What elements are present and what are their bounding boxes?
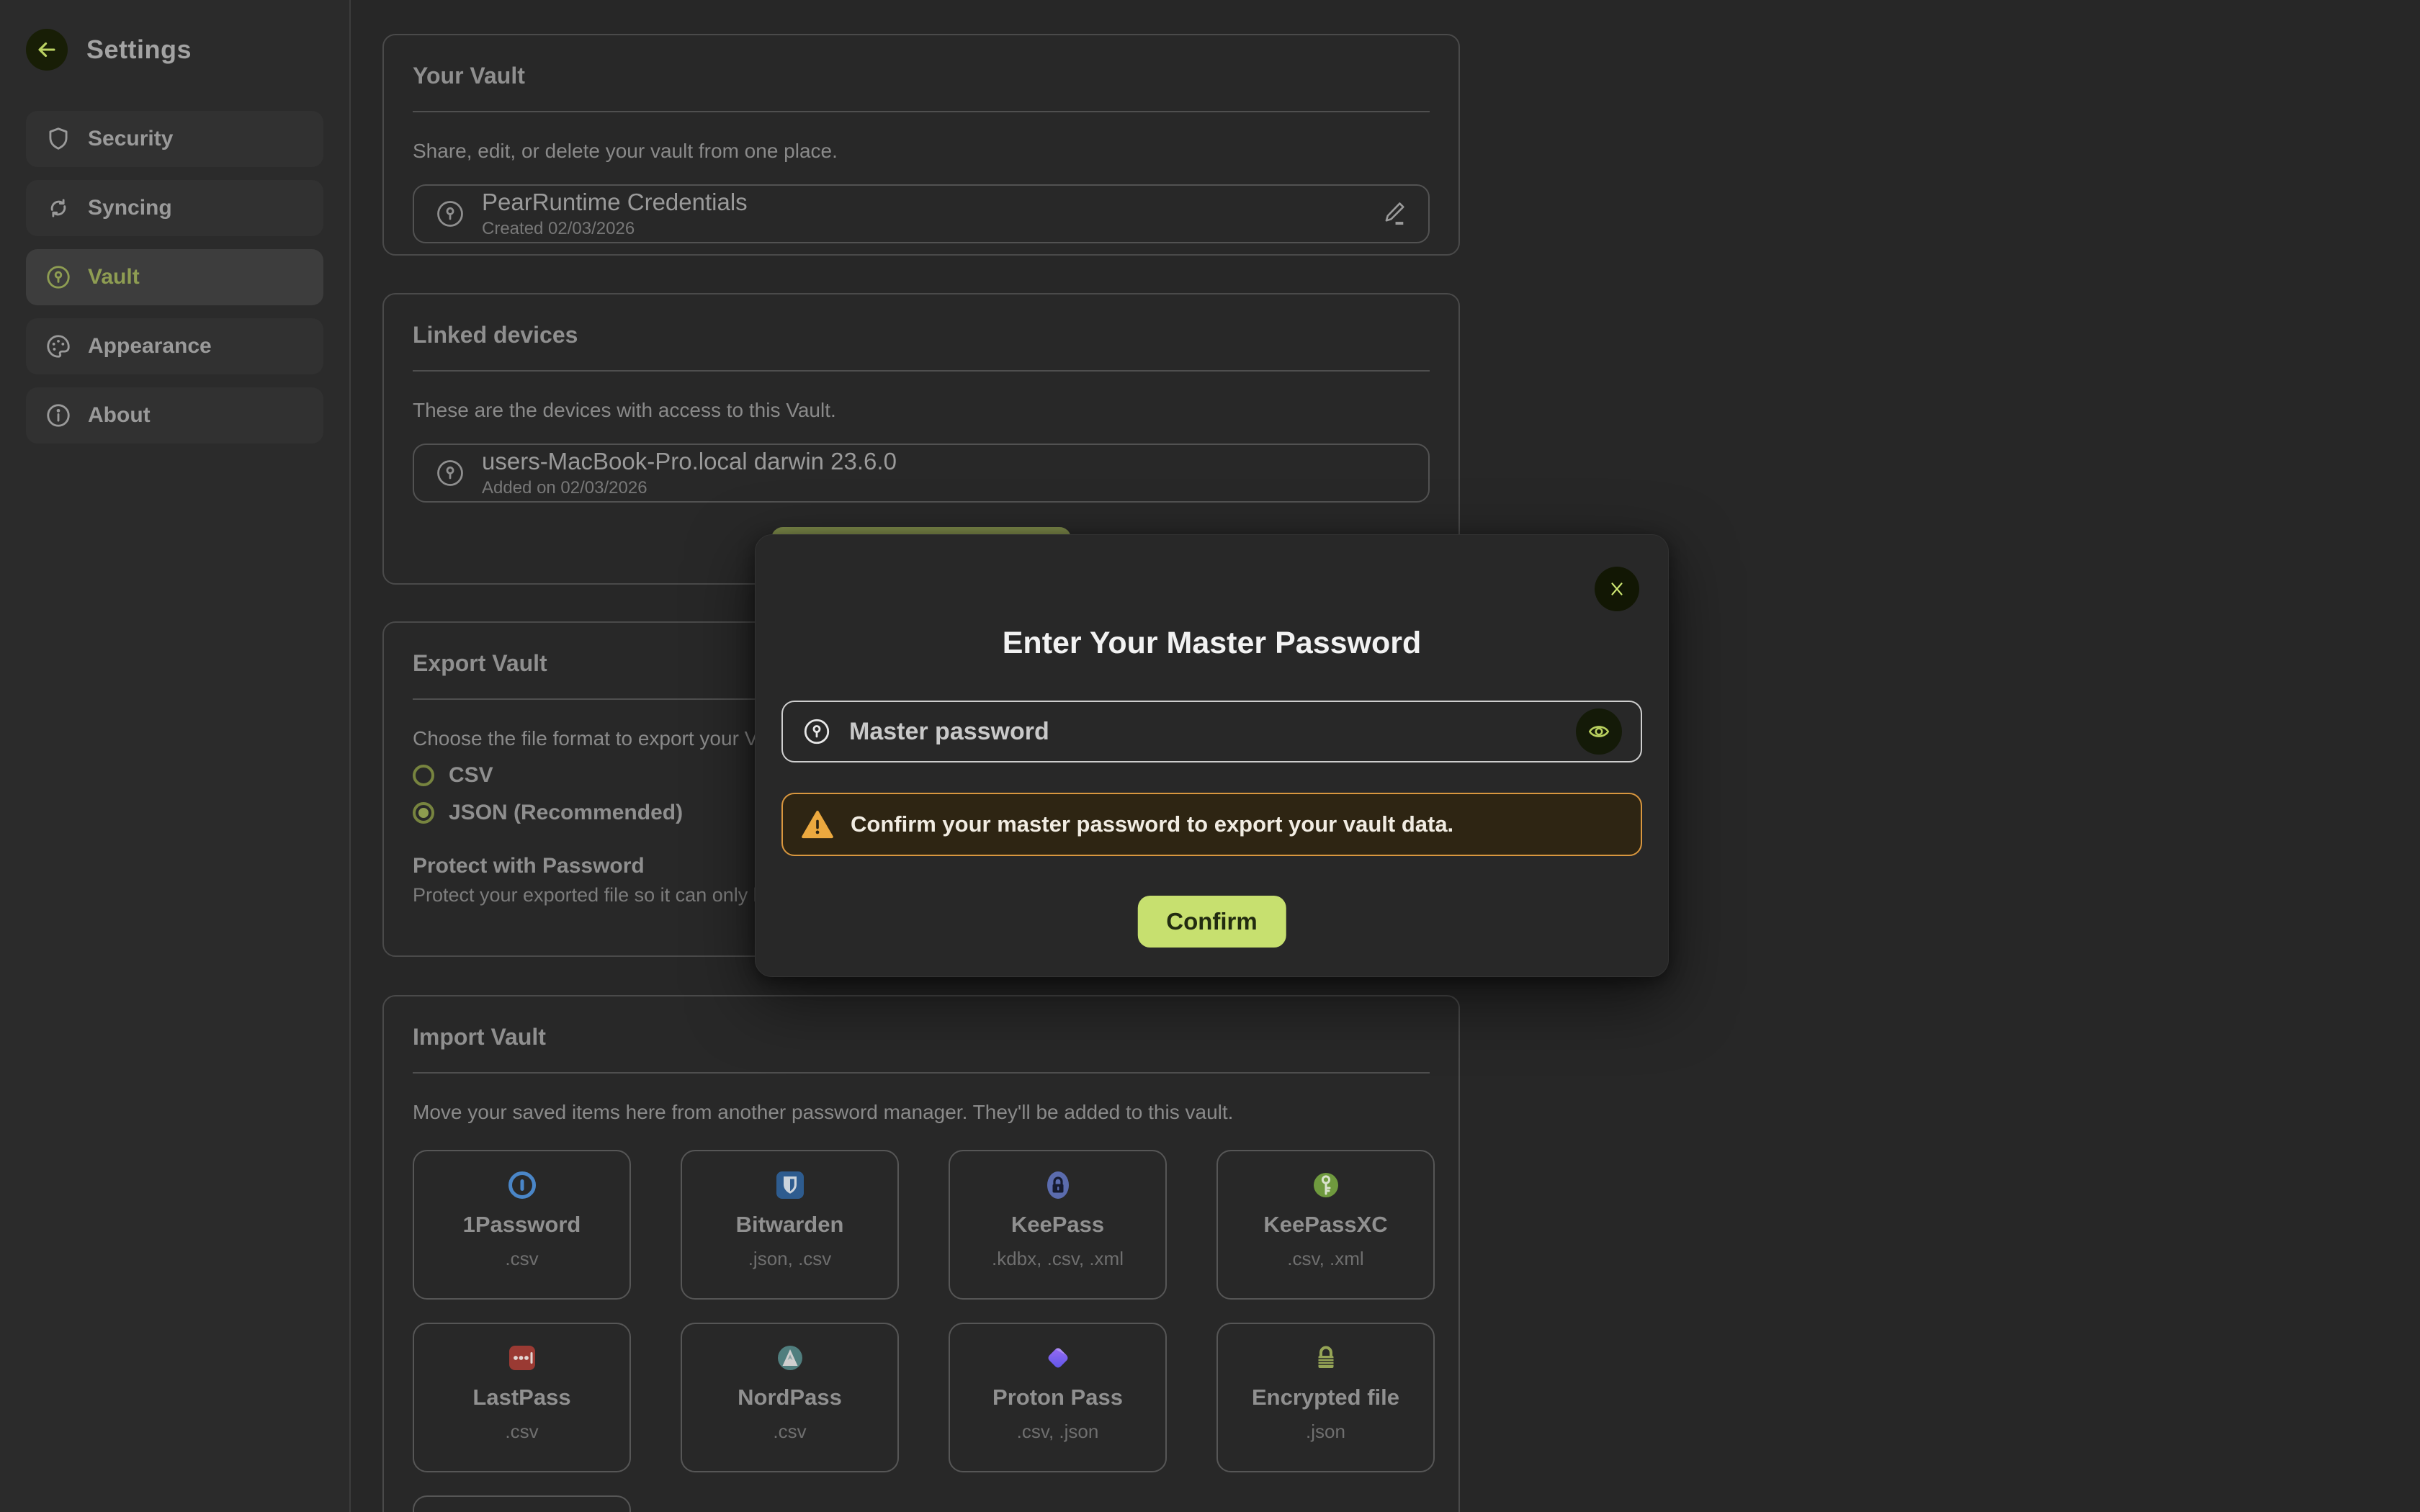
device-added-date: Added on 02/03/2026 xyxy=(482,478,897,498)
your-vault-card: Your Vault Share, edit, or delete your v… xyxy=(382,34,1460,256)
edit-vault-button[interactable] xyxy=(1381,199,1408,228)
sidebar-header: Settings xyxy=(26,29,323,71)
eye-icon xyxy=(1587,719,1611,744)
key-circle-icon xyxy=(434,198,466,230)
master-password-modal: Enter Your Master Password xyxy=(755,534,1669,977)
provider-formats: .csv, .json xyxy=(1017,1421,1099,1443)
provider-formats: .csv xyxy=(505,1248,538,1270)
sidebar-item-appearance[interactable]: Appearance xyxy=(26,318,323,374)
info-icon xyxy=(45,402,72,429)
provider-formats: .json, .csv xyxy=(748,1248,832,1270)
back-arrow-icon xyxy=(35,37,59,62)
sidebar-item-label: Vault xyxy=(88,265,140,289)
modal-title: Enter Your Master Password xyxy=(756,626,1668,661)
vault-created-date: Created 02/03/2026 xyxy=(482,219,748,239)
divider xyxy=(413,111,1430,112)
encrypted-file-lock-icon xyxy=(1309,1341,1343,1374)
provider-name: KeePassXC xyxy=(1263,1212,1387,1238)
provider-name: 1Password xyxy=(463,1212,581,1238)
provider-name: KeePass xyxy=(1011,1212,1104,1238)
provider-formats: .csv, .xml xyxy=(1287,1248,1363,1270)
warning-triangle-icon xyxy=(802,810,833,839)
settings-window: Settings Security Syncing xyxy=(0,0,2420,1512)
sync-icon xyxy=(45,194,72,222)
sidebar-item-vault[interactable]: Vault xyxy=(26,249,323,305)
master-password-input[interactable] xyxy=(849,718,1559,746)
device-name: users-MacBook-Pro.local darwin 23.6.0 xyxy=(482,448,897,475)
import-tile-lastpass[interactable]: LastPass .csv xyxy=(413,1323,631,1472)
warning-banner: Confirm your master password to export y… xyxy=(781,793,1642,856)
nordpass-icon xyxy=(774,1341,807,1374)
vault-name: PearRuntime Credentials xyxy=(482,189,748,216)
radio-selected-icon xyxy=(413,802,434,824)
divider xyxy=(413,370,1430,372)
provider-formats: .kdbx, .csv, .xml xyxy=(992,1248,1124,1270)
divider xyxy=(413,1072,1430,1074)
proton-pass-icon xyxy=(1041,1341,1075,1374)
warning-message: Confirm your master password to export y… xyxy=(851,811,1453,837)
radio-label: JSON (Recommended) xyxy=(449,801,683,825)
master-password-field xyxy=(781,701,1642,762)
pencil-icon xyxy=(1381,199,1408,228)
import-tile-nordpass[interactable]: NordPass .csv xyxy=(681,1323,899,1472)
sidebar: Settings Security Syncing xyxy=(0,0,351,1512)
key-circle-icon xyxy=(434,457,466,489)
confirm-button[interactable]: Confirm xyxy=(1137,896,1286,948)
provider-name: LastPass xyxy=(472,1385,570,1410)
sidebar-item-label: Security xyxy=(88,127,173,151)
modal-close-button[interactable] xyxy=(1595,567,1639,611)
page-title: Settings xyxy=(86,35,192,65)
provider-name: Encrypted file xyxy=(1252,1385,1399,1410)
back-button[interactable] xyxy=(26,29,68,71)
shield-icon xyxy=(45,125,72,153)
provider-name: Proton Pass xyxy=(992,1385,1123,1410)
lastpass-icon xyxy=(506,1341,539,1374)
sidebar-nav: Security Syncing Vault xyxy=(26,111,323,444)
import-provider-grid: 1Password .csv Bitwarden .json, .csv xyxy=(413,1150,1430,1512)
device-row: users-MacBook-Pro.local darwin 23.6.0 Ad… xyxy=(413,444,1430,503)
key-circle-icon xyxy=(45,264,72,291)
provider-formats: .csv xyxy=(505,1421,538,1443)
card-description: Share, edit, or delete your vault from o… xyxy=(413,140,1430,163)
import-tile-proton-pass[interactable]: Proton Pass .csv, .json xyxy=(949,1323,1167,1472)
card-description: These are the devices with access to thi… xyxy=(413,399,1430,422)
card-title: Linked devices xyxy=(413,322,1430,348)
key-circle-icon xyxy=(802,716,832,747)
sidebar-item-label: Syncing xyxy=(88,196,172,220)
sidebar-item-label: About xyxy=(88,403,151,428)
import-tile-encrypted-file[interactable]: Encrypted file .json xyxy=(1216,1323,1435,1472)
card-title: Import Vault xyxy=(413,1024,1430,1050)
provider-formats: .csv xyxy=(773,1421,806,1443)
provider-formats: .json xyxy=(1306,1421,1345,1443)
card-description: Move your saved items here from another … xyxy=(413,1101,1430,1124)
bitwarden-icon xyxy=(774,1169,807,1202)
sidebar-item-label: Appearance xyxy=(88,334,212,359)
1password-icon xyxy=(506,1169,539,1202)
palette-icon xyxy=(45,333,72,360)
import-tile-bitwarden[interactable]: Bitwarden .json, .csv xyxy=(681,1150,899,1300)
import-tile-1password[interactable]: 1Password .csv xyxy=(413,1150,631,1300)
import-tile-keepassxc[interactable]: KeePassXC .csv, .xml xyxy=(1216,1150,1435,1300)
provider-name: NordPass xyxy=(738,1385,842,1410)
close-icon xyxy=(1608,580,1626,598)
keepass-icon xyxy=(1041,1169,1075,1202)
sidebar-item-security[interactable]: Security xyxy=(26,111,323,167)
keepassxc-icon xyxy=(1309,1169,1343,1202)
import-tile-keepass[interactable]: KeePass .kdbx, .csv, .xml xyxy=(949,1150,1167,1300)
card-title: Your Vault xyxy=(413,63,1430,89)
import-vault-card: Import Vault Move your saved items here … xyxy=(382,995,1460,1512)
toggle-password-visibility-button[interactable] xyxy=(1576,708,1622,755)
radio-label: CSV xyxy=(449,763,493,788)
sidebar-item-syncing[interactable]: Syncing xyxy=(26,180,323,236)
import-tile-partial[interactable] xyxy=(413,1495,631,1512)
provider-name: Bitwarden xyxy=(736,1212,844,1238)
vault-row: PearRuntime Credentials Created 02/03/20… xyxy=(413,184,1430,243)
radio-icon xyxy=(413,765,434,786)
sidebar-item-about[interactable]: About xyxy=(26,387,323,444)
